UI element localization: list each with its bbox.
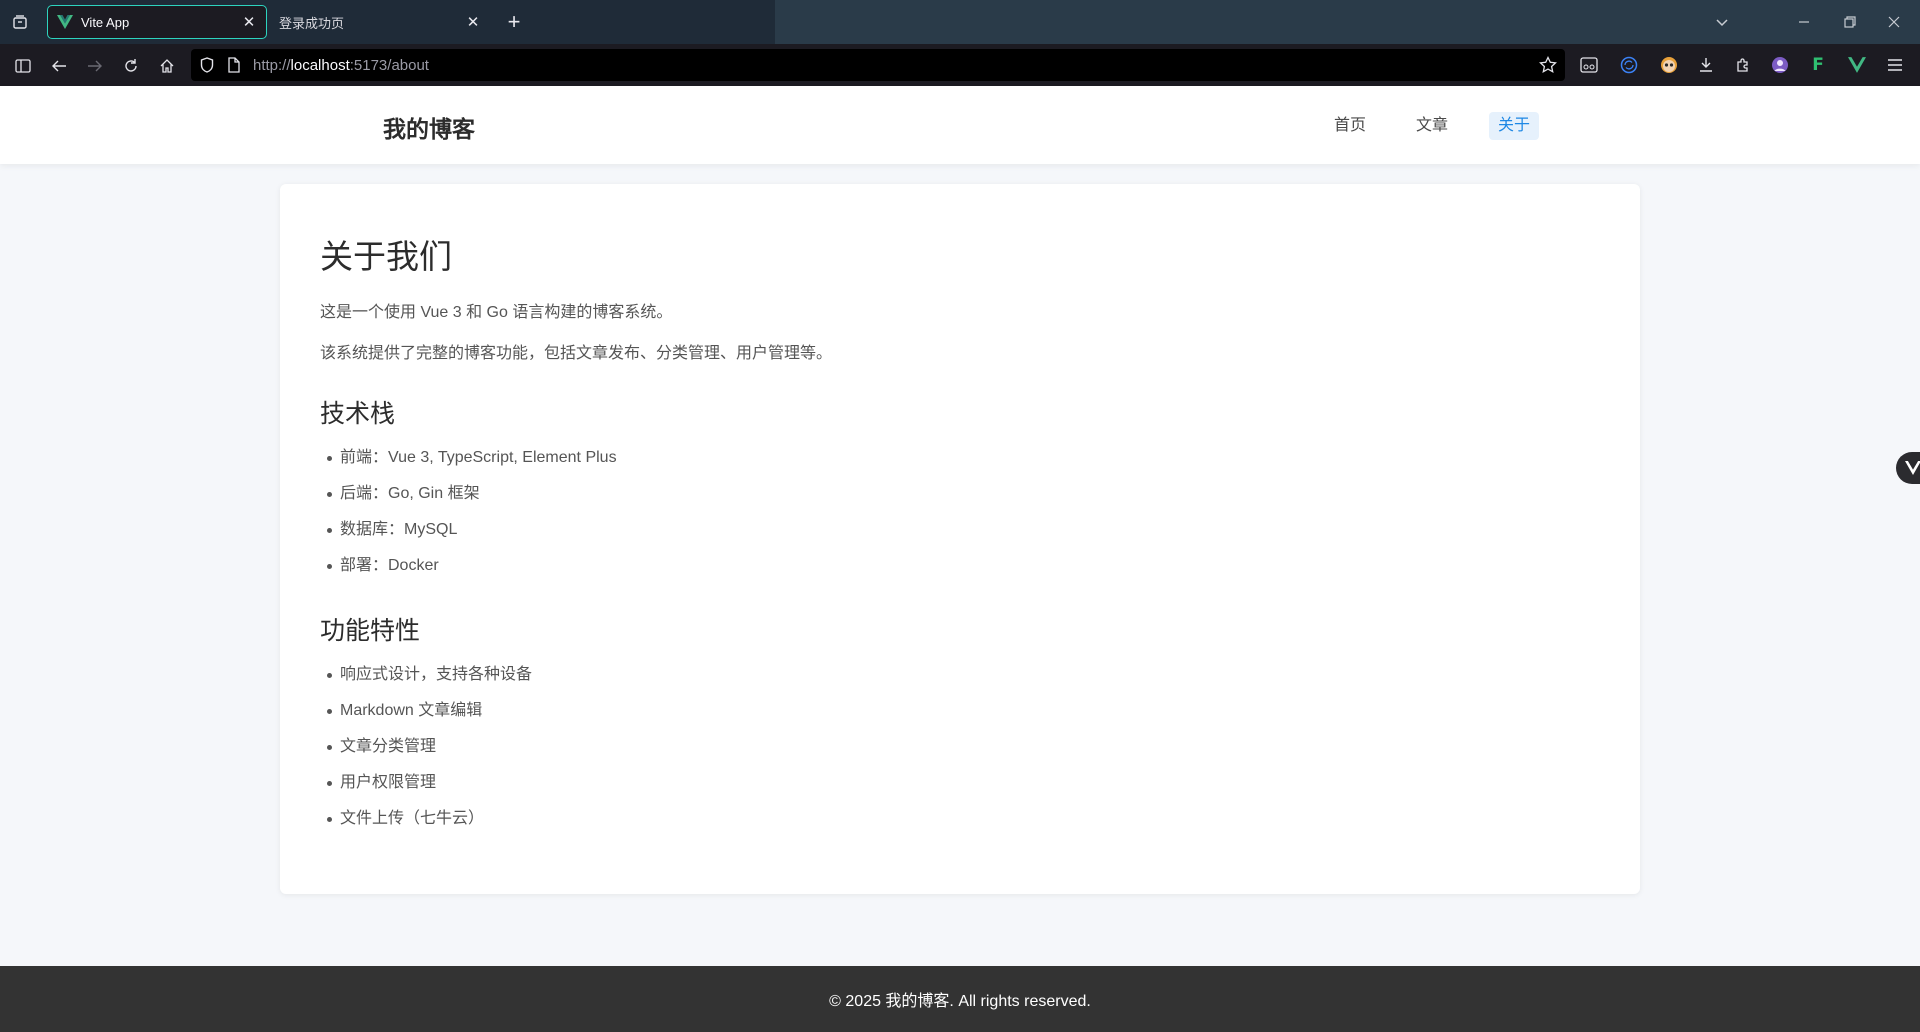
list-item: 文件上传（七牛云） (320, 801, 532, 837)
list-all-tabs-chevron-icon[interactable] (1708, 8, 1736, 36)
page-title: 关于我们 (320, 238, 452, 275)
vue-logo-icon (56, 13, 74, 31)
browser-tab-strip: Vite App ✕ 登录成功页 ✕ + (0, 0, 1920, 44)
features-paragraph: 该系统提供了完整的博客功能，包括文章发布、分类管理、用户管理等。 (320, 345, 833, 362)
list-item: Markdown 文章编辑 (320, 693, 532, 729)
tracking-shield-icon[interactable] (200, 57, 214, 78)
puzzle-icon[interactable] (1731, 53, 1755, 77)
vue-devtools-extension-icon[interactable] (1845, 53, 1869, 77)
list-item: 数据库：MySQL (320, 512, 617, 548)
vue-logo-icon (1905, 461, 1920, 475)
site-footer: © 2025 我的博客. All rights reserved. (0, 966, 1920, 1032)
nav-articles[interactable]: 文章 (1407, 112, 1457, 140)
home-icon[interactable] (154, 53, 180, 79)
reader-view-icon[interactable] (1577, 53, 1601, 77)
star-icon[interactable] (1539, 55, 1557, 79)
close-window-icon[interactable] (1880, 8, 1908, 36)
copyright-text: © 2025 我的博客. All rights reserved. (829, 993, 1091, 1010)
intro-paragraph: 这是一个使用 Vue 3 和 Go 语言构建的博客系统。 (320, 304, 673, 321)
list-item: 文章分类管理 (320, 729, 532, 765)
site-brand[interactable]: 我的博客 (383, 110, 475, 144)
vue-devtools-toggle[interactable] (1896, 452, 1920, 484)
tab-title: Vite App (81, 14, 130, 30)
tab-close-icon[interactable]: ✕ (462, 11, 484, 33)
list-item: 用户权限管理 (320, 765, 532, 801)
nav-about[interactable]: 关于 (1489, 112, 1540, 140)
page-info-icon[interactable] (228, 57, 240, 78)
features-list: 响应式设计，支持各种设备 Markdown 文章编辑 文章分类管理 用户权限管理… (320, 657, 532, 837)
about-card: 关于我们 这是一个使用 Vue 3 和 Go 语言构建的博客系统。 该系统提供了… (280, 184, 1640, 894)
restore-icon[interactable] (1836, 8, 1864, 36)
features-heading: 功能特性 (320, 617, 421, 645)
sidebar-icon[interactable] (10, 53, 36, 79)
tab-login-success[interactable]: 登录成功页 ✕ (270, 5, 490, 39)
list-item: 响应式设计，支持各种设备 (320, 657, 532, 693)
list-item: 后端：Go, Gin 框架 (320, 476, 617, 512)
hamburger-icon[interactable] (1883, 53, 1907, 77)
tab-close-icon[interactable]: ✕ (238, 11, 260, 33)
forward-arrow-icon[interactable] (82, 53, 108, 79)
face-extension-icon[interactable] (1657, 53, 1681, 77)
url-text[interactable]: http://localhost:5173/about (253, 57, 429, 74)
download-icon[interactable] (1694, 53, 1718, 77)
url-path: :5173/about (349, 57, 429, 74)
f-extension-icon[interactable]: F (1806, 53, 1830, 77)
tab-title: 登录成功页 (279, 15, 345, 31)
minimize-icon[interactable] (1790, 8, 1818, 36)
sync-extension-icon[interactable] (1617, 53, 1641, 77)
url-scheme: http:// (253, 57, 291, 74)
tab-vite-app[interactable]: Vite App ✕ (47, 5, 267, 39)
url-host: localhost (290, 57, 350, 74)
list-item: 前端：Vue 3, TypeScript, Element Plus (320, 440, 617, 476)
address-bar[interactable]: http://localhost:5173/about (191, 49, 1565, 81)
tech-stack-list: 前端：Vue 3, TypeScript, Element Plus 后端：Go… (320, 440, 617, 584)
reload-icon[interactable] (118, 53, 144, 79)
list-item: 部署：Docker (320, 548, 617, 584)
browser-toolbar: http://localhost:5173/about F (0, 44, 1920, 86)
avatar-extension-icon[interactable] (1768, 53, 1792, 77)
nav-home[interactable]: 首页 (1325, 112, 1375, 140)
back-arrow-icon[interactable] (46, 53, 72, 79)
new-tab-icon[interactable]: + (502, 9, 526, 34)
tab-list-icon[interactable] (8, 10, 32, 34)
site-header: 我的博客 首页 文章 关于 (0, 86, 1920, 164)
tech-stack-heading: 技术栈 (320, 400, 396, 428)
